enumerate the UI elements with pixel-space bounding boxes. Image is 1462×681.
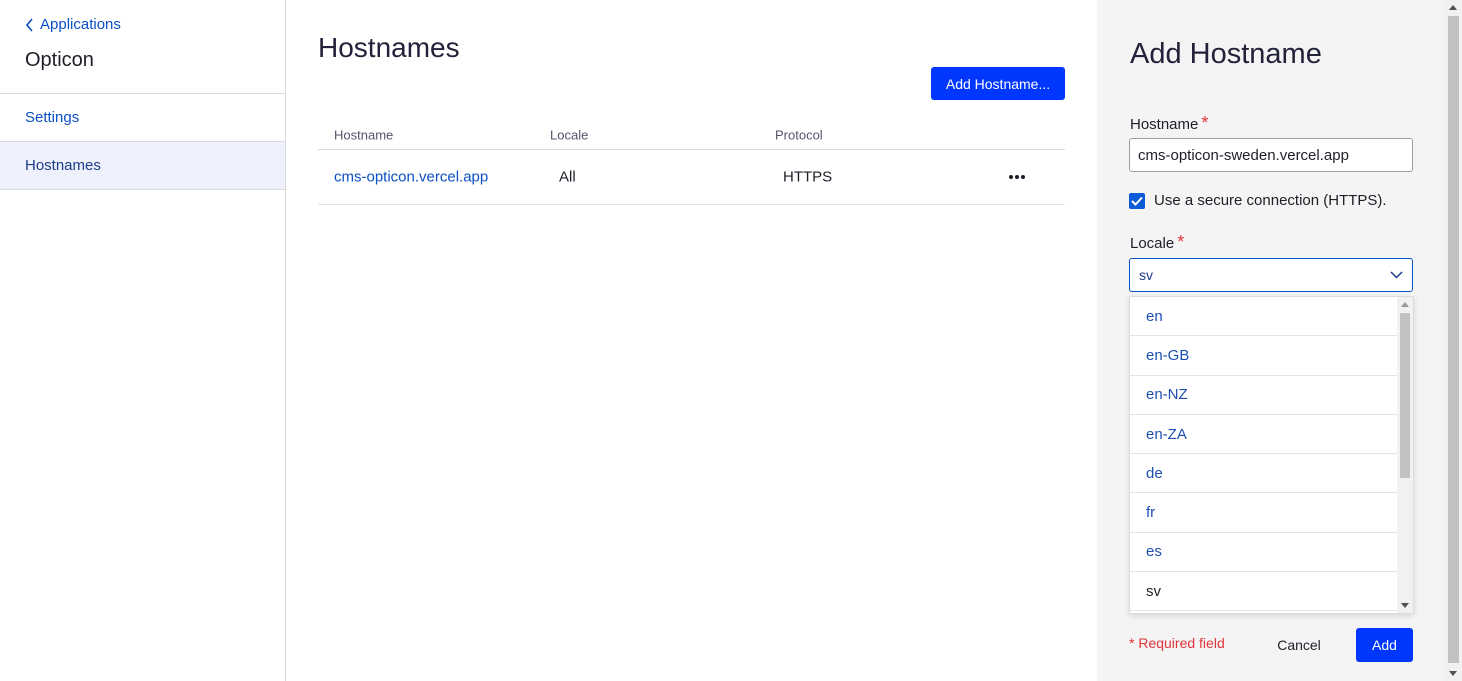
- add-hostname-button[interactable]: Add Hostname...: [931, 67, 1065, 100]
- locale-option-en-nz[interactable]: en-NZ: [1130, 376, 1397, 415]
- more-actions-icon[interactable]: [1007, 169, 1027, 185]
- sidebar: Applications Opticon Settings Hostnames: [0, 0, 286, 681]
- main-content: Hostnames Add Hostname... Hostname Local…: [286, 0, 1097, 681]
- table-row: cms-opticon.vercel.app All HTTPS: [318, 150, 1065, 205]
- column-header-protocol: Protocol: [775, 127, 823, 143]
- add-button[interactable]: Add: [1356, 628, 1413, 662]
- https-checkbox[interactable]: [1129, 192, 1145, 209]
- back-link-label: Applications: [40, 16, 121, 33]
- hostname-label-text: Hostname: [1130, 116, 1199, 133]
- cancel-button[interactable]: Cancel: [1267, 629, 1331, 661]
- locale-option-de[interactable]: de: [1130, 454, 1397, 494]
- app-name: Opticon: [25, 49, 94, 71]
- locale-option-en-gb[interactable]: en-GB: [1130, 336, 1397, 376]
- add-hostname-panel: Add Hostname Hostname* Use a secure conn…: [1097, 0, 1445, 681]
- locale-option-en-za[interactable]: en-ZA: [1130, 415, 1397, 455]
- locale-select[interactable]: sv: [1129, 258, 1413, 292]
- back-to-applications-link[interactable]: Applications: [25, 16, 121, 33]
- row-locale: All: [559, 168, 576, 186]
- panel-title: Add Hostname: [1130, 38, 1322, 70]
- hostname-field-label: Hostname *: [1130, 113, 1208, 134]
- chevron-down-icon: [1390, 271, 1403, 279]
- dropdown-scrollbar[interactable]: [1397, 297, 1413, 613]
- required-marker: *: [1201, 113, 1209, 133]
- locale-select-value: sv: [1139, 267, 1153, 283]
- page-scrollbar[interactable]: [1445, 0, 1462, 681]
- locale-label-text: Locale: [1130, 235, 1175, 252]
- column-header-hostname: Hostname: [334, 127, 394, 143]
- chevron-left-icon: [25, 17, 33, 32]
- https-checkbox-row: Use a secure connection (HTTPS).: [1129, 192, 1387, 209]
- sidebar-item-settings[interactable]: Settings: [0, 94, 285, 142]
- column-header-locale: Locale: [550, 127, 589, 143]
- row-protocol: HTTPS: [783, 168, 833, 186]
- page-title: Hostnames: [318, 32, 460, 63]
- locale-dropdown-list: en en-GB en-NZ en-ZA de fr es sv: [1129, 296, 1414, 614]
- locale-option-en[interactable]: en: [1130, 297, 1397, 337]
- hostname-input[interactable]: [1129, 138, 1413, 172]
- checkmark-icon: [1131, 196, 1143, 206]
- sidebar-item-label: Settings: [25, 109, 80, 126]
- hostname-link[interactable]: cms-opticon.vercel.app: [334, 169, 488, 186]
- sidebar-item-hostnames[interactable]: Hostnames: [0, 142, 285, 190]
- table-header: Hostname Locale Protocol: [318, 121, 1065, 150]
- locale-option-fr[interactable]: fr: [1130, 493, 1397, 533]
- https-checkbox-label: Use a secure connection (HTTPS).: [1154, 192, 1387, 209]
- side-nav: Settings Hostnames: [0, 93, 285, 190]
- dropdown-scrollbar-thumb[interactable]: [1400, 313, 1410, 478]
- locale-option-sv[interactable]: sv: [1130, 572, 1397, 612]
- locale-field-label: Locale *: [1130, 232, 1184, 253]
- required-marker: *: [1177, 232, 1185, 252]
- sidebar-item-label: Hostnames: [25, 157, 101, 174]
- scroll-down-arrow-icon[interactable]: [1401, 603, 1409, 608]
- locale-option-es[interactable]: es: [1130, 533, 1397, 573]
- required-field-note: * Required field: [1129, 635, 1225, 651]
- page-scroll-up-arrow-icon[interactable]: [1449, 5, 1457, 10]
- page-scrollbar-thumb[interactable]: [1448, 16, 1459, 663]
- hostnames-table: Hostname Locale Protocol cms-opticon.ver…: [318, 121, 1065, 205]
- scroll-up-arrow-icon[interactable]: [1401, 302, 1409, 307]
- page-scroll-down-arrow-icon[interactable]: [1449, 671, 1457, 676]
